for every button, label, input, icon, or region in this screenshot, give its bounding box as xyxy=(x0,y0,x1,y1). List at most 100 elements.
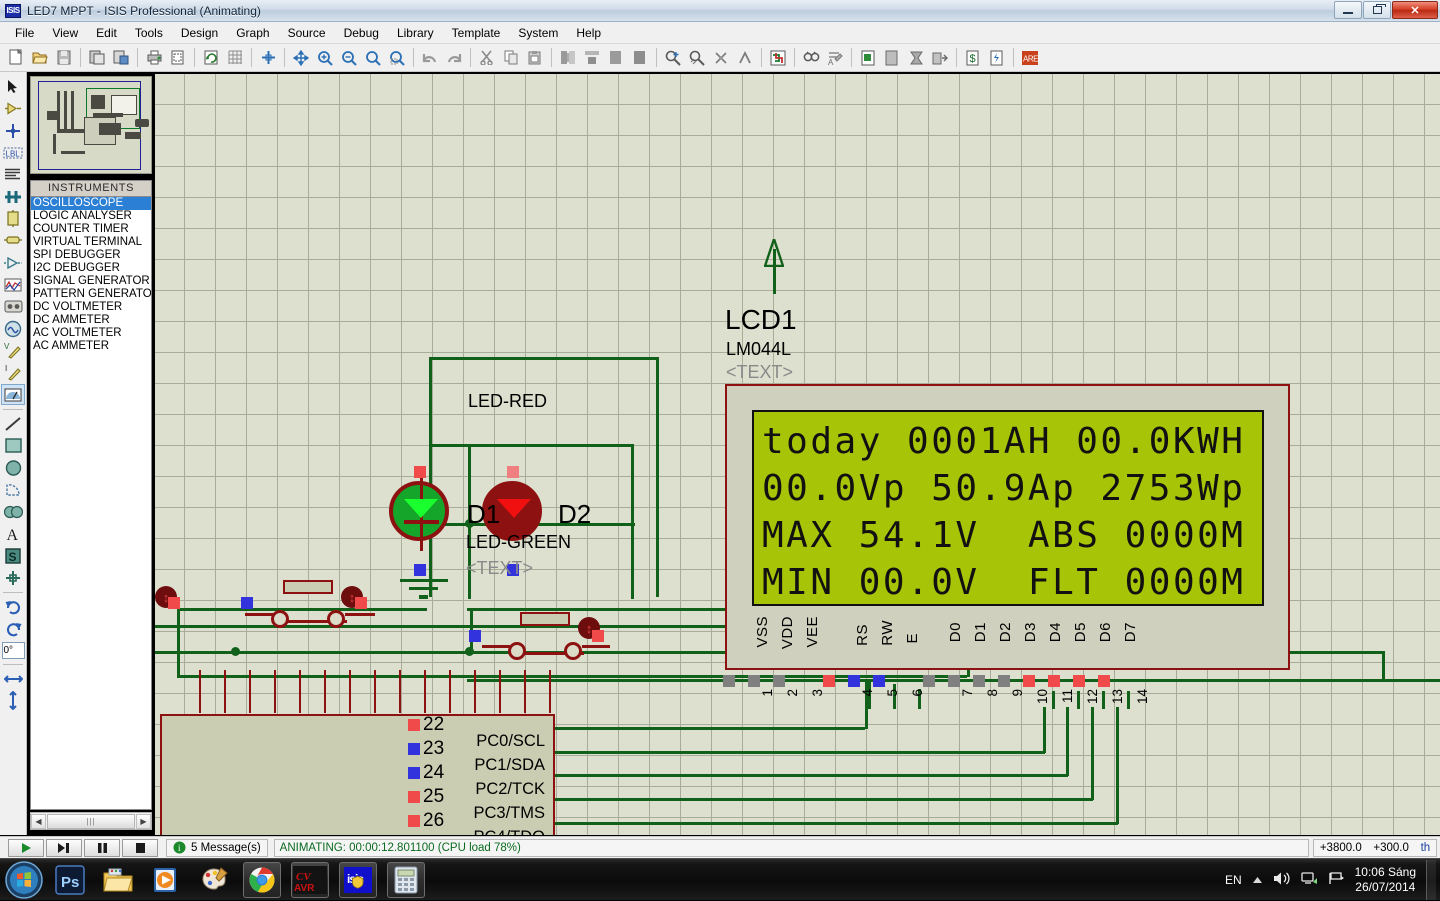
instrument-item-i2c-debugger[interactable]: I2C DEBUGGER xyxy=(31,262,151,275)
zoom-all-icon[interactable] xyxy=(362,47,384,69)
led-part-label-red[interactable]: LED-RED xyxy=(468,391,547,412)
menu-file[interactable]: File xyxy=(6,24,43,42)
tape-recorder-icon[interactable] xyxy=(1,296,25,317)
line-icon[interactable] xyxy=(1,413,25,434)
lcd-reference-label[interactable]: LCD1 xyxy=(725,304,797,336)
bus-icon[interactable] xyxy=(1,186,25,207)
switch-1-terminal-right[interactable] xyxy=(327,610,345,628)
pan-icon[interactable] xyxy=(290,47,312,69)
led-reference-d1[interactable]: D1 xyxy=(467,499,500,530)
wire[interactable] xyxy=(429,357,659,360)
instrument-item-ac-voltmeter[interactable]: AC VOLTMETER xyxy=(31,327,151,340)
menu-help[interactable]: Help xyxy=(567,24,610,42)
wire[interactable] xyxy=(1091,707,1094,800)
photoshop-icon[interactable]: Ps xyxy=(51,862,89,898)
new-file-icon[interactable] xyxy=(5,47,27,69)
wire-autorouter-icon[interactable] xyxy=(767,47,789,69)
paste-icon[interactable] xyxy=(524,47,546,69)
menu-tools[interactable]: Tools xyxy=(126,24,172,42)
file-explorer-icon[interactable] xyxy=(99,862,137,898)
selection-mode-icon[interactable] xyxy=(1,76,25,97)
save-file-icon[interactable] xyxy=(53,47,75,69)
switch-2-terminal-right[interactable] xyxy=(564,642,582,660)
led-reference-d2[interactable]: D2 xyxy=(558,499,591,530)
wire[interactable] xyxy=(656,357,659,597)
wire[interactable] xyxy=(865,679,868,729)
decompose-icon[interactable] xyxy=(734,47,756,69)
cut-icon[interactable] xyxy=(476,47,498,69)
design-explorer-icon[interactable] xyxy=(857,47,879,69)
wire[interactable] xyxy=(555,751,1045,754)
lcd-part-label[interactable]: LM044L xyxy=(726,339,791,360)
rotate-cw-icon[interactable] xyxy=(1,596,25,617)
animate-step-icon[interactable] xyxy=(46,838,82,857)
symbol-icon[interactable]: S xyxy=(1,545,25,566)
bill-of-materials-icon[interactable]: $ xyxy=(962,47,984,69)
menu-library[interactable]: Library xyxy=(388,24,443,42)
wire-label-icon[interactable]: LBL xyxy=(1,142,25,163)
export-section-icon[interactable] xyxy=(110,47,132,69)
arc-icon[interactable] xyxy=(1,479,25,500)
scroll-left-arrow-icon[interactable]: ◀ xyxy=(31,813,46,829)
instrument-item-virtual-terminal[interactable]: VIRTUAL TERMINAL xyxy=(31,236,151,249)
animate-pause-icon[interactable] xyxy=(84,838,120,857)
undo-icon[interactable] xyxy=(419,47,441,69)
led-text-placeholder[interactable]: <TEXT> xyxy=(466,558,533,579)
closed-path-icon[interactable] xyxy=(1,501,25,522)
print-icon[interactable] xyxy=(143,47,165,69)
switch-2-body[interactable] xyxy=(520,612,570,626)
generator-icon[interactable] xyxy=(1,318,25,339)
menu-debug[interactable]: Debug xyxy=(335,24,388,42)
menu-system[interactable]: System xyxy=(509,24,567,42)
calculator-icon[interactable] xyxy=(387,861,425,898)
chrome-icon[interactable] xyxy=(243,861,281,898)
block-delete-icon[interactable] xyxy=(629,47,651,69)
wire[interactable] xyxy=(177,608,180,678)
close-button[interactable]: ✕ xyxy=(1392,1,1438,19)
block-move-icon[interactable] xyxy=(581,47,603,69)
wire[interactable] xyxy=(1127,691,1130,709)
block-copy-icon[interactable] xyxy=(557,47,579,69)
rotate-ccw-icon[interactable] xyxy=(1,618,25,639)
grid-icon[interactable] xyxy=(224,47,246,69)
rotation-angle-input[interactable]: 0° xyxy=(1,642,25,659)
wire[interactable] xyxy=(1043,707,1046,753)
switch-2-terminal-left[interactable] xyxy=(508,642,526,660)
ares-netlist-icon[interactable]: ARES xyxy=(1019,47,1041,69)
instrument-item-pattern-generator[interactable]: PATTERN GENERATOR xyxy=(31,288,151,301)
wire[interactable] xyxy=(429,357,432,597)
wire[interactable] xyxy=(555,822,1118,825)
component-mode-icon[interactable] xyxy=(1,98,25,119)
switch-1-body[interactable] xyxy=(283,580,333,594)
refresh-icon[interactable] xyxy=(200,47,222,69)
network-icon[interactable] xyxy=(1300,871,1318,889)
wire[interactable] xyxy=(429,444,634,447)
packaging-tool-icon[interactable] xyxy=(710,47,732,69)
terminal-icon[interactable] xyxy=(1,230,25,251)
instrument-item-spi-debugger[interactable]: SPI DEBUGGER xyxy=(31,249,151,262)
wire[interactable] xyxy=(555,798,1093,801)
subcircuit-icon[interactable] xyxy=(1,208,25,229)
taskbar-clock[interactable]: 10:06 Sáng 26/07/2014 xyxy=(1355,865,1416,895)
lcd-text-placeholder[interactable]: <TEXT> xyxy=(726,362,793,383)
wire[interactable] xyxy=(1077,691,1080,709)
current-probe-icon[interactable]: I xyxy=(1,362,25,383)
graph-mode-icon[interactable] xyxy=(1,274,25,295)
tray-language-indicator[interactable]: EN xyxy=(1225,873,1242,887)
mcu-pin-label-pc3[interactable]: PC3/TMS xyxy=(473,804,545,823)
virtual-instrument-icon[interactable] xyxy=(1,384,25,405)
open-file-icon[interactable] xyxy=(29,47,51,69)
codevision-avr-icon[interactable]: CV AVR xyxy=(291,861,329,898)
new-sheet-icon[interactable] xyxy=(881,47,903,69)
menu-source[interactable]: Source xyxy=(279,24,335,42)
circle-icon[interactable] xyxy=(1,457,25,478)
instrument-item-logic-analyser[interactable]: LOGIC ANALYSER xyxy=(31,210,151,223)
message-count-pane[interactable]: i 5 Message(s) xyxy=(166,838,268,857)
import-section-icon[interactable] xyxy=(86,47,108,69)
property-assignment-icon[interactable]: A xyxy=(824,47,846,69)
wire[interactable] xyxy=(631,444,634,599)
instrument-item-signal-generator[interactable]: SIGNAL GENERATOR xyxy=(31,275,151,288)
schematic-canvas[interactable]: LED-RED D1 D2 LED-GREEN <TEXT> ↕ ↕ ↕ PC0… xyxy=(155,74,1440,835)
mcu-pin-label-pc1[interactable]: PC1/SDA xyxy=(474,756,545,775)
menu-edit[interactable]: Edit xyxy=(87,24,126,42)
